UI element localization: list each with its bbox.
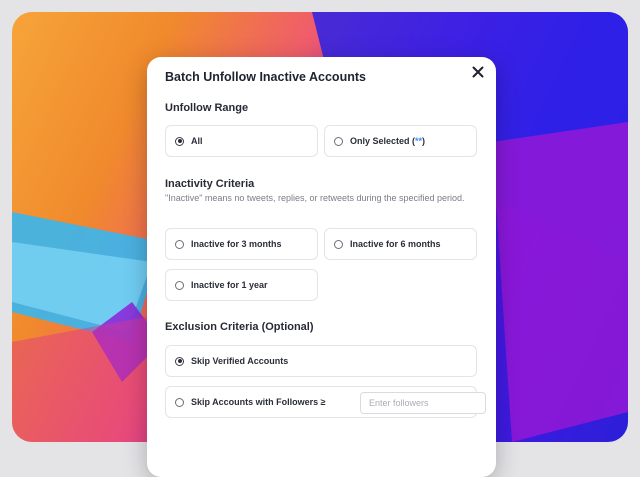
close-icon[interactable]: [469, 63, 487, 81]
unfollow-range-label: Unfollow Range: [165, 102, 249, 114]
skip-followers-label: Skip Accounts with Followers ≥: [191, 397, 326, 407]
range-option-all-label: All: [191, 136, 203, 146]
radio-selected-icon: [175, 356, 184, 366]
exclusion-criteria-label: Exclusion Criteria (Optional): [165, 321, 314, 333]
inactive-6-months-label: Inactive for 6 months: [350, 239, 441, 249]
radio-unselected-icon: [175, 239, 184, 249]
skip-verified-option[interactable]: Skip Verified Accounts: [165, 345, 477, 377]
batch-unfollow-dialog: Batch Unfollow Inactive Accounts Unfollo…: [147, 57, 496, 477]
range-option-only-selected-label: Only Selected (**): [350, 136, 425, 146]
inactivity-criteria-label: Inactivity Criteria: [165, 178, 255, 190]
radio-unselected-icon: [334, 239, 343, 249]
inactive-1-year-label: Inactive for 1 year: [191, 280, 268, 290]
skip-verified-label: Skip Verified Accounts: [191, 356, 289, 366]
radio-unselected-icon: [334, 136, 343, 146]
inactive-3-months-label: Inactive for 3 months: [191, 239, 282, 249]
range-option-only-selected[interactable]: Only Selected (**): [324, 125, 477, 157]
label-suffix: ): [422, 136, 426, 146]
radio-unselected-icon: [175, 280, 184, 290]
inactive-1-year-option[interactable]: Inactive for 1 year: [165, 269, 318, 301]
selected-count: **: [415, 136, 423, 146]
followers-threshold-input[interactable]: [360, 392, 486, 414]
inactive-3-months-option[interactable]: Inactive for 3 months: [165, 228, 318, 260]
label-prefix: Only Selected (: [350, 136, 416, 146]
radio-unselected-icon: [175, 397, 184, 407]
skip-followers-option[interactable]: Skip Accounts with Followers ≥: [165, 386, 486, 418]
radio-selected-icon: [175, 136, 184, 146]
inactive-6-months-option[interactable]: Inactive for 6 months: [324, 228, 477, 260]
inactivity-hint: "Inactive" means no tweets, replies, or …: [165, 193, 465, 203]
range-option-all[interactable]: All: [165, 125, 318, 157]
dialog-title: Batch Unfollow Inactive Accounts: [165, 70, 366, 84]
